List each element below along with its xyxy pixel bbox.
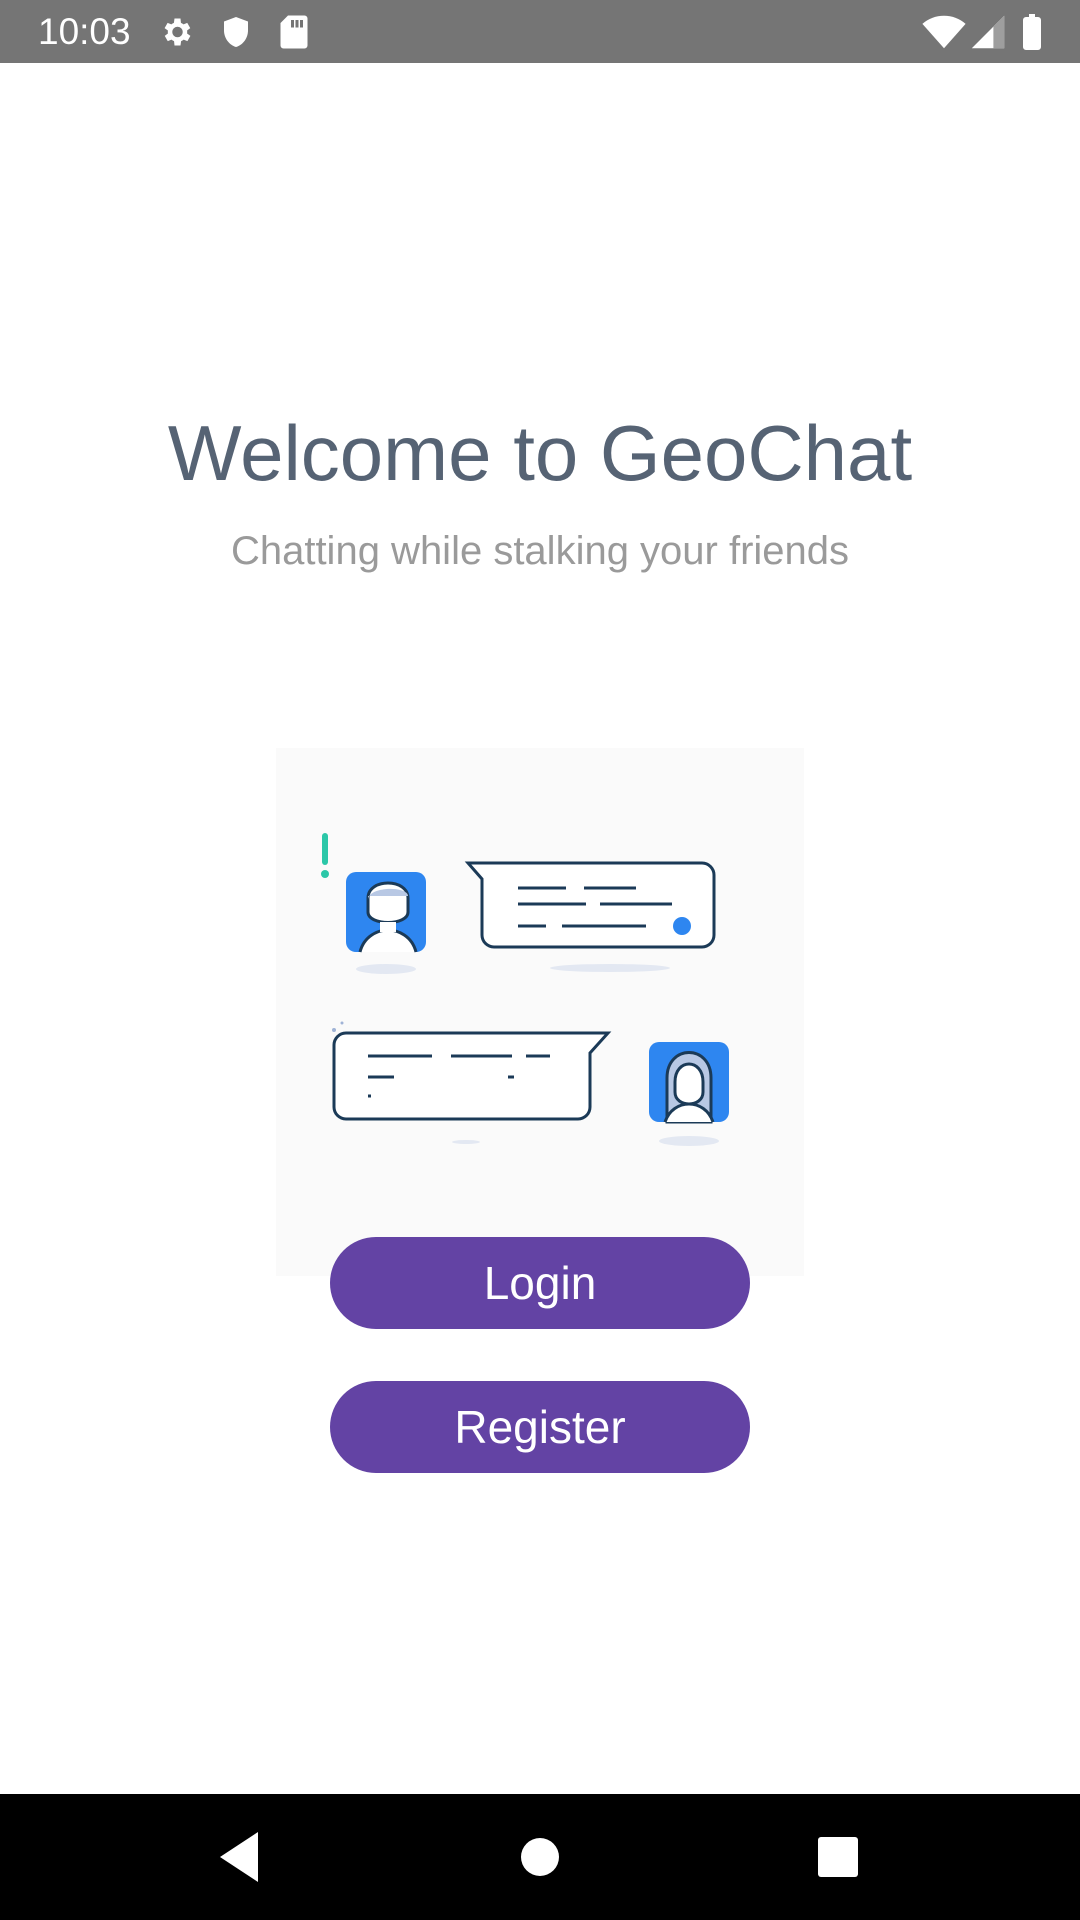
status-bar: 10:03: [0, 0, 1080, 63]
cellular-signal-icon: [971, 15, 1005, 49]
back-icon[interactable]: [204, 1824, 274, 1890]
navigation-bar: [0, 1794, 1080, 1920]
recents-icon[interactable]: [803, 1824, 873, 1890]
register-button[interactable]: Register: [330, 1381, 750, 1473]
chat-illustration: [276, 748, 804, 1276]
login-button[interactable]: Login: [330, 1237, 750, 1329]
welcome-screen: Welcome to GeoChat Chatting while stalki…: [0, 63, 1080, 1794]
page-title: Welcome to GeoChat: [167, 409, 913, 497]
battery-icon: [1023, 14, 1041, 50]
settings-icon: [164, 18, 191, 46]
shield-icon: [224, 17, 248, 47]
home-icon[interactable]: [505, 1824, 575, 1890]
sd-card-icon: [280, 15, 308, 49]
wifi-icon: [922, 15, 966, 49]
page-subtitle: Chatting while stalking your friends: [230, 529, 850, 573]
status-time: 10:03: [38, 11, 131, 52]
